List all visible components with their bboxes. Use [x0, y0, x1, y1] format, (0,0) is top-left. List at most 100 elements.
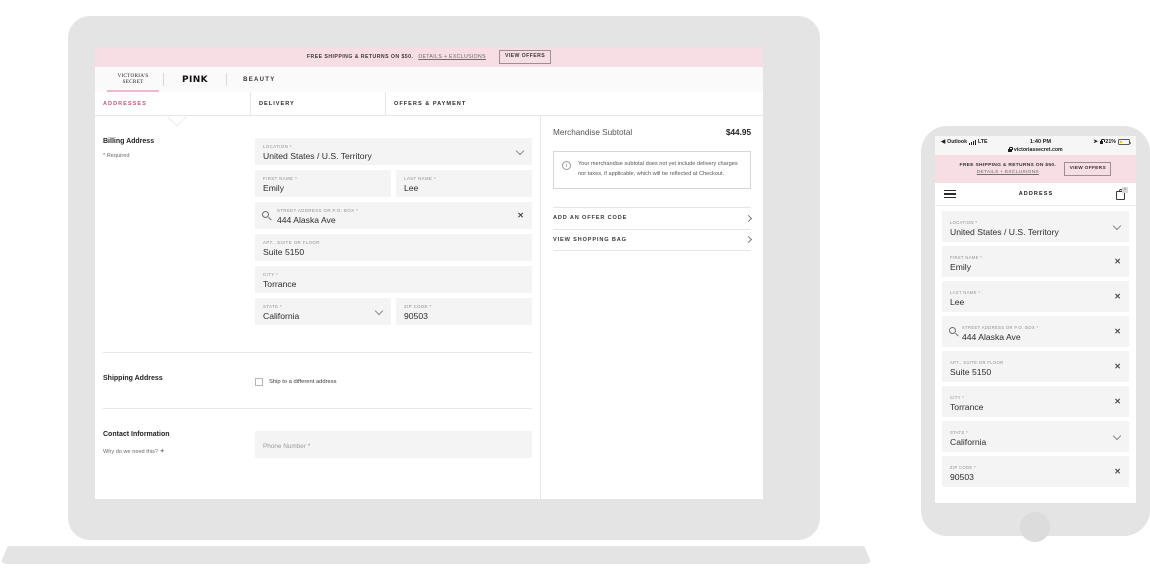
clear-icon[interactable]: ✕ — [1114, 362, 1121, 371]
phone-home-button[interactable] — [1020, 512, 1050, 542]
mobile-promo-text-col: FREE SHIPPING & RETURNS ON $50. DETAILS … — [960, 163, 1057, 175]
street-address-value: 444 Alaska Ave — [277, 214, 336, 225]
checkout-form-column: Privacy Policy Billing Address * Require… — [95, 116, 540, 499]
vs-logo-line2: SECRET — [122, 78, 144, 85]
apt-value: Suite 5150 — [263, 246, 305, 257]
phone-screen: ◀ Outlook LTE 1:40 PM ➤ 21% victoriassec… — [935, 136, 1136, 503]
mobile-first-name-label: FIRST NAME * — [950, 255, 983, 261]
state-label: STATE * — [263, 304, 283, 310]
contact-information-section: Contact Information Why do we need this?… — [103, 409, 532, 463]
subtotal-amount: $44.95 — [725, 128, 751, 137]
first-name-field[interactable]: FIRST NAME * Emily — [255, 170, 391, 197]
shopping-bag-icon[interactable]: 1 — [1116, 187, 1128, 200]
mobile-location-label: LOCATION * — [950, 220, 978, 226]
mobile-first-name-field[interactable]: FIRST NAME * Emily ✕ — [942, 246, 1129, 277]
carrier-label: LTE — [977, 139, 988, 145]
location-arrow-icon: ➤ — [1093, 139, 1098, 145]
back-arrow-icon[interactable]: ◀ — [941, 139, 945, 145]
secure-lock-icon — [1008, 146, 1013, 152]
status-time: 1:40 PM — [1029, 139, 1052, 145]
status-url-row: victoriassecret.com — [941, 146, 1130, 154]
phone-number-field[interactable]: Phone Number * — [255, 431, 532, 458]
mobile-promo-text: FREE SHIPPING & RETURNS ON $50. — [959, 163, 1057, 168]
checkout-steps: ADDRESSES DELIVERY OFFERS & PAYMENT — [95, 92, 763, 125]
mobile-last-name-field[interactable]: LAST NAME * Lee ✕ — [942, 281, 1129, 312]
clear-icon[interactable]: ✕ — [1114, 397, 1121, 406]
add-offer-code-link[interactable]: ADD AN OFFER CODE — [553, 206, 753, 229]
mobile-city-field[interactable]: CITY * Torrance ✕ — [942, 386, 1129, 417]
nav-beauty[interactable]: BEAUTY — [227, 77, 291, 83]
status-right: ➤ 21% — [1093, 138, 1131, 145]
phone-number-placeholder: Phone Number * — [263, 443, 311, 450]
contact-help[interactable]: Why do we need this? + — [103, 446, 255, 455]
clear-icon[interactable]: ✕ — [1114, 467, 1121, 476]
contact-fields: Phone Number * — [255, 431, 532, 463]
zip-field[interactable]: ZIP CODE * 90503 — [396, 298, 532, 325]
step-offers-payment[interactable]: OFFERS & PAYMENT — [385, 92, 466, 115]
view-offers-button[interactable]: VIEW OFFERS — [498, 50, 552, 64]
shipping-fields: Ship to a different address — [255, 375, 532, 386]
nav-victorias-secret[interactable]: VICTORIA'S SECRET — [103, 67, 163, 92]
search-icon — [949, 327, 956, 334]
subtotal-label: Merchandise Subtotal — [553, 128, 633, 137]
location-field[interactable]: LOCATION * United States / U.S. Territor… — [255, 138, 532, 165]
mobile-street-address-value: 444 Alaska Ave — [962, 331, 1021, 342]
clear-icon[interactable]: ✕ — [517, 211, 524, 220]
city-field[interactable]: CITY * Torrance — [255, 266, 532, 293]
subtotal-row: Merchandise Subtotal $44.95 — [553, 128, 751, 137]
mobile-location-field[interactable]: LOCATION * United States / U.S. Territor… — [942, 211, 1129, 242]
billing-address-section: Billing Address * Required LOCATION * Un… — [103, 116, 532, 330]
nav-pink[interactable]: PINK — [164, 75, 226, 85]
zip-label: ZIP CODE * — [404, 304, 432, 310]
clear-icon[interactable]: ✕ — [1114, 327, 1121, 336]
state-field[interactable]: STATE * California — [255, 298, 391, 325]
zip-value: 90503 — [404, 310, 428, 321]
clear-icon[interactable]: ✕ — [1114, 257, 1121, 266]
step-delivery[interactable]: DELIVERY — [250, 92, 385, 115]
mobile-page-title: ADDRESS — [1018, 191, 1054, 197]
mobile-status-bar: ◀ Outlook LTE 1:40 PM ➤ 21% victoriassec… — [935, 136, 1136, 155]
view-shopping-bag-link[interactable]: VIEW SHOPPING BAG — [553, 228, 753, 251]
signal-bars-icon — [969, 139, 976, 145]
contact-labels: Contact Information Why do we need this?… — [103, 431, 255, 463]
name-row: FIRST NAME * Emily LAST NAME * Lee — [255, 170, 532, 202]
mobile-zip-label: ZIP CODE * — [950, 465, 976, 471]
mobile-state-field[interactable]: STATE * California — [942, 421, 1129, 452]
mobile-street-address-field[interactable]: STREET ADDRESS OR P.O. BOX * 444 Alaska … — [942, 316, 1129, 347]
active-step-caret — [167, 116, 187, 125]
clear-icon[interactable]: ✕ — [1114, 292, 1121, 301]
apt-label: APT., SUITE OR FLOOR — [263, 240, 320, 246]
laptop-screen: FREE SHIPPING & RETURNS ON $50. DETAILS … — [95, 47, 763, 499]
billing-fields: LOCATION * United States / U.S. Territor… — [255, 138, 532, 330]
mobile-last-name-value: Lee — [950, 296, 965, 307]
apt-field[interactable]: APT., SUITE OR FLOOR Suite 5150 — [255, 234, 532, 261]
hamburger-menu-icon[interactable] — [944, 189, 956, 199]
mobile-city-value: Torrance — [950, 401, 984, 412]
step-addresses[interactable]: ADDRESSES — [95, 92, 250, 115]
city-label: CITY * — [263, 272, 279, 278]
mobile-state-value: California — [950, 436, 987, 447]
mobile-zip-field[interactable]: ZIP CODE * 90503 ✕ — [942, 456, 1129, 487]
contact-title: Contact Information — [103, 431, 170, 438]
street-address-label: STREET ADDRESS OR P.O. BOX * — [277, 208, 359, 214]
last-name-field[interactable]: LAST NAME * Lee — [396, 170, 532, 197]
ship-different-label: Ship to a different address — [269, 379, 337, 385]
mobile-apt-field[interactable]: APT., SUITE OR FLOOR Suite 5150 ✕ — [942, 351, 1129, 382]
mobile-view-offers-button[interactable]: VIEW OFFERS — [1064, 162, 1112, 176]
mobile-promo-banner: FREE SHIPPING & RETURNS ON $50. DETAILS … — [935, 155, 1136, 183]
required-note: * Required — [103, 153, 130, 159]
promo-text: FREE SHIPPING & RETURNS ON $50. — [306, 54, 414, 60]
promo-details-link[interactable]: DETAILS + EXCLUSIONS — [418, 54, 486, 60]
ship-different-row[interactable]: Ship to a different address — [255, 375, 532, 386]
mobile-state-label: STATE * — [950, 430, 969, 436]
state-value: California — [263, 310, 300, 321]
mobile-street-address-label: STREET ADDRESS OR P.O. BOX * — [962, 325, 1039, 331]
mobile-promo-details-link[interactable]: DETAILS + EXCLUSIONS — [977, 170, 1039, 175]
contact-help-text: Why do we need this? — [103, 449, 159, 455]
url-text[interactable]: victoriassecret.com — [1014, 147, 1063, 153]
ship-different-checkbox[interactable] — [255, 378, 263, 386]
back-app-name[interactable]: Outlook — [947, 139, 967, 145]
status-left: ◀ Outlook LTE — [941, 139, 988, 145]
street-address-field[interactable]: STREET ADDRESS OR P.O. BOX * 444 Alaska … — [255, 202, 532, 229]
chevron-right-icon — [744, 214, 753, 222]
